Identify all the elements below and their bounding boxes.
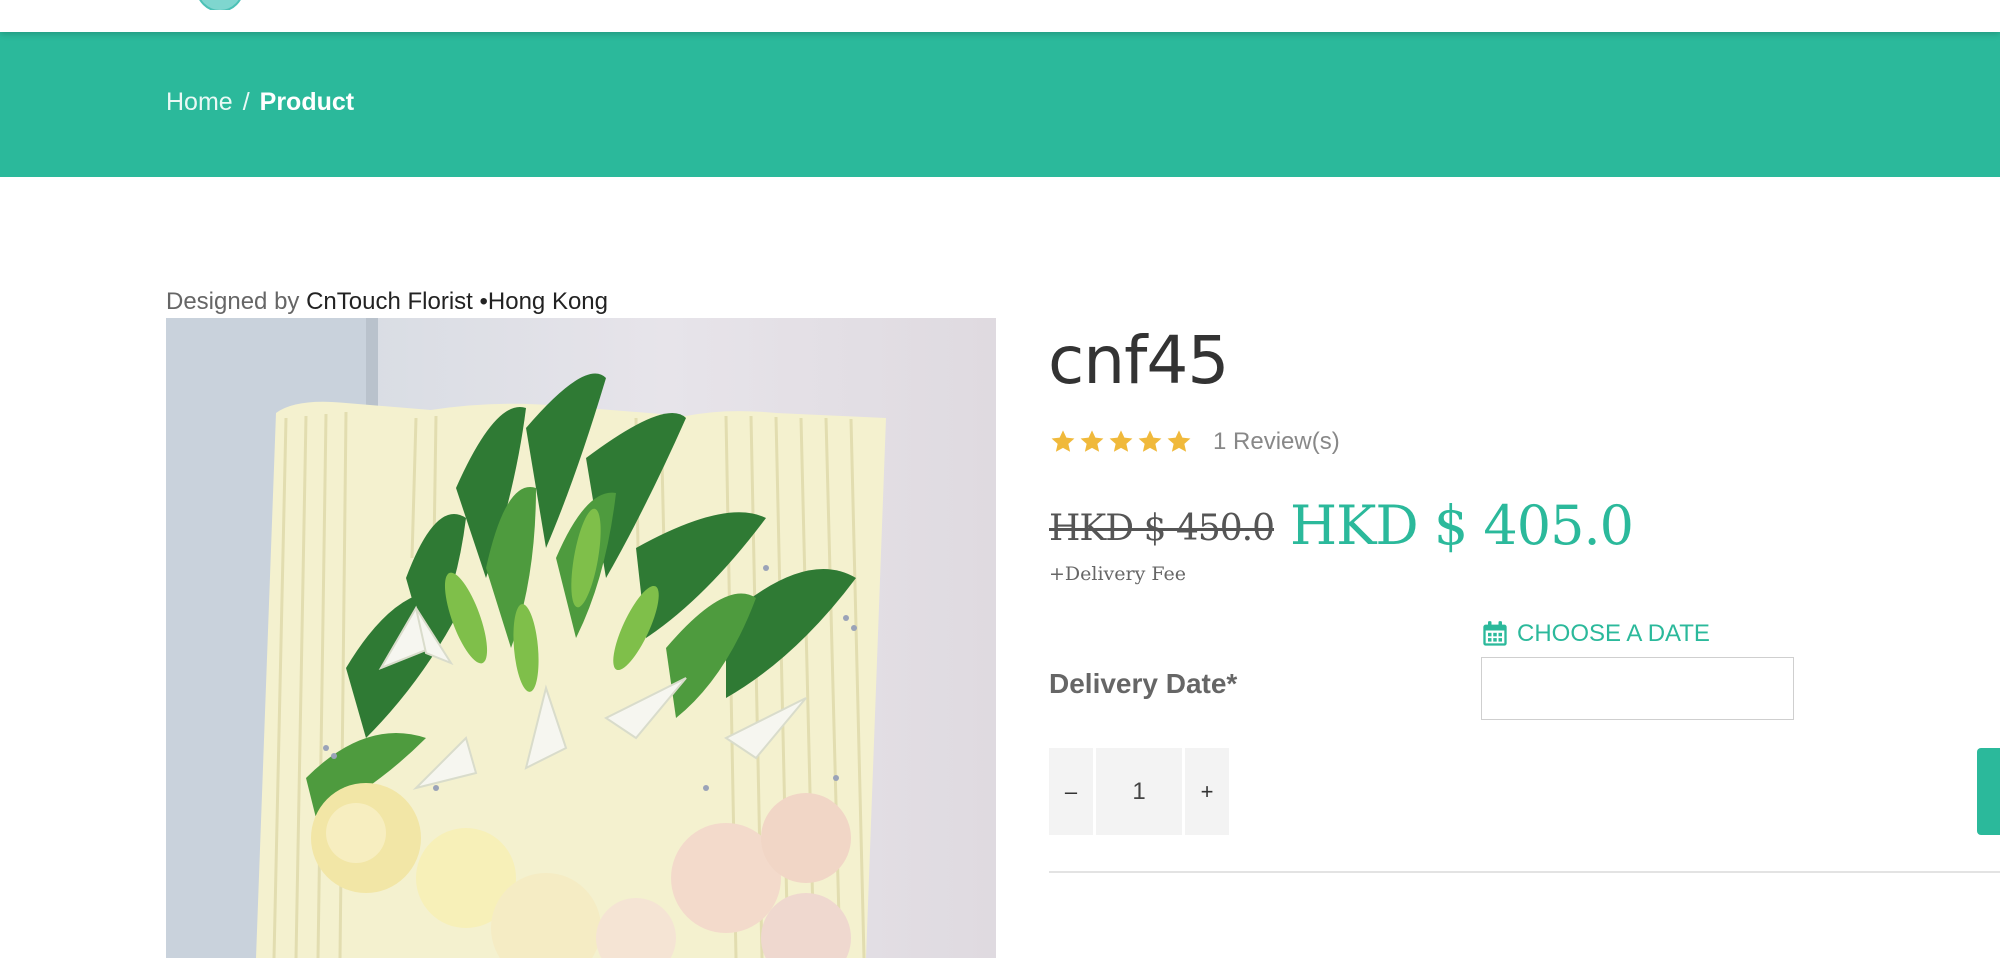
breadcrumb-separator: / <box>242 88 250 116</box>
star-icon <box>1167 430 1191 452</box>
designer-credit: Designed by CnTouch Florist •Hong Kong <box>166 288 608 316</box>
quantity-decrease-button[interactable]: – <box>1049 748 1093 835</box>
add-to-cart-button-edge[interactable] <box>1977 748 2000 835</box>
quantity-increase-button[interactable]: + <box>1185 748 1229 835</box>
quantity-value[interactable]: 1 <box>1096 748 1182 835</box>
star-icon <box>1109 430 1133 452</box>
designer-location: •Hong Kong <box>479 288 609 315</box>
breadcrumb: Home / Product <box>166 88 354 117</box>
original-price: HKD $ 450.0 <box>1049 508 1275 549</box>
delivery-fee-note: +Delivery Fee <box>1049 563 1187 585</box>
delivery-date-label: Delivery Date* <box>1049 668 1238 699</box>
star-icon <box>1080 430 1104 452</box>
designer-prefix: Designed by <box>166 288 300 315</box>
breadcrumb-current: Product <box>259 88 355 116</box>
logo-emblem-icon[interactable] <box>188 0 252 10</box>
quantity-stepper: – 1 + <box>1049 748 1229 835</box>
choose-date-button[interactable]: CHOOSE A DATE <box>1481 620 1710 648</box>
rating-stars <box>1049 428 1193 456</box>
top-navigation-bar <box>0 0 2000 32</box>
product-rating: 1 Review(s) <box>1049 428 1340 456</box>
product-title: cnf45 <box>1048 322 1229 399</box>
delivery-date-input[interactable] <box>1481 657 1794 720</box>
section-divider <box>1049 871 2000 873</box>
star-icon <box>1051 430 1075 452</box>
designer-shop-link[interactable]: CnTouch Florist <box>306 288 473 315</box>
product-image[interactable] <box>166 318 996 958</box>
choose-date-label: CHOOSE A DATE <box>1517 620 1710 647</box>
calendar-icon <box>1483 621 1507 646</box>
reviews-link[interactable]: 1 Review(s) <box>1213 428 1340 456</box>
sale-price: HKD $ 405.0 <box>1290 494 1634 557</box>
breadcrumb-home-link[interactable]: Home <box>166 88 233 117</box>
star-icon <box>1138 430 1162 452</box>
bouquet-illustration <box>166 318 886 958</box>
